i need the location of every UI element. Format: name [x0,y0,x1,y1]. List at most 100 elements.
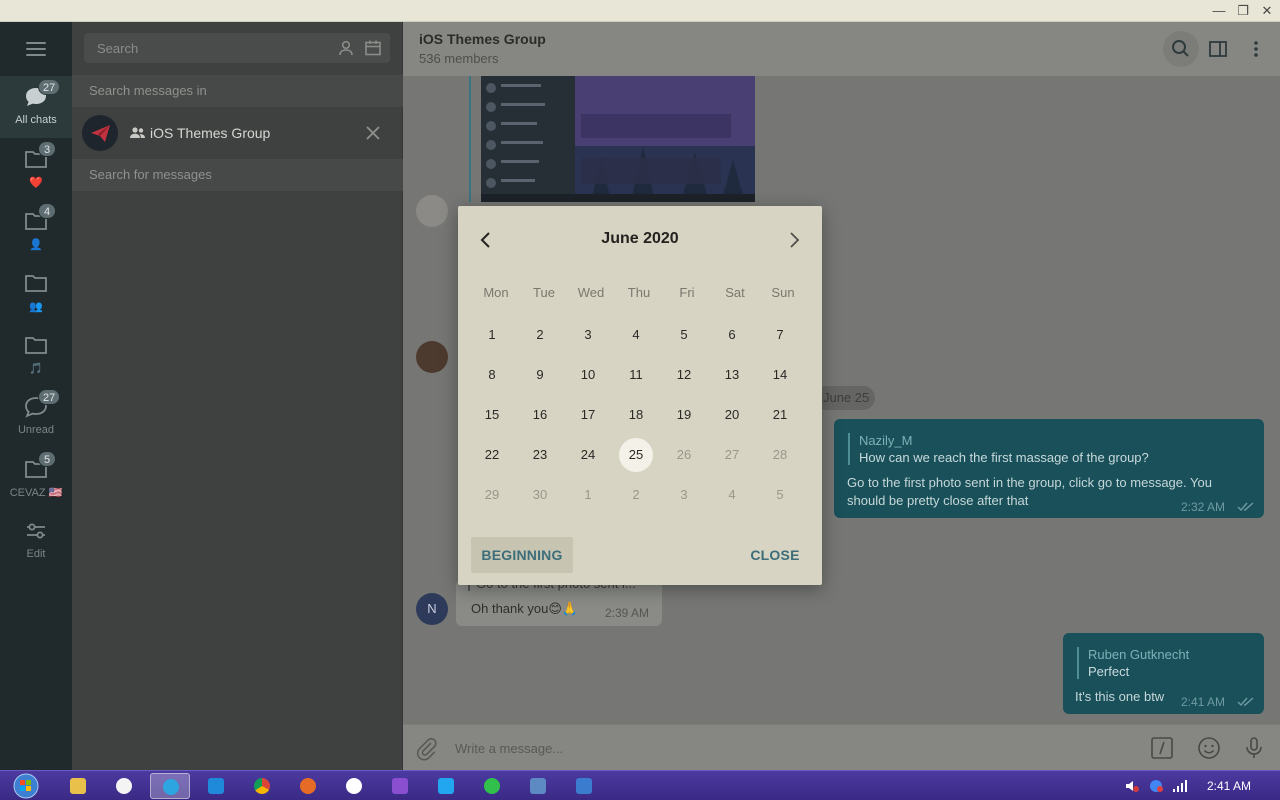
file-explorer-icon[interactable] [58,773,98,799]
whatsapp-icon[interactable] [472,773,512,799]
avatar[interactable]: N [416,593,448,625]
calendar-day[interactable]: 5 [667,318,701,352]
beginning-button[interactable]: BEGINNING [471,537,573,573]
menu-icon[interactable] [26,42,46,56]
close-button[interactable]: CLOSE [738,537,812,573]
message-input[interactable] [455,725,1135,770]
calendar-day[interactable]: 2 [523,318,557,352]
bot-commands-icon[interactable] [1149,735,1175,761]
date-pill[interactable]: June 25 [815,386,875,410]
search-scope-chip[interactable]: iOS Themes Group [72,108,403,158]
calendar-day[interactable]: 10 [571,358,605,392]
reply-quote[interactable]: Ruben Gutknecht Perfect [1077,647,1189,679]
screenshot-image [481,76,755,202]
calendar-day[interactable]: 6 [715,318,749,352]
folder-unread[interactable]: 27 Unread [0,386,72,448]
calendar-day[interactable]: 14 [763,358,797,392]
calendar-day[interactable]: 21 [763,398,797,432]
telegram-icon[interactable] [150,773,190,799]
incoming-message[interactable]: Go to the first photo sent i... Oh thank… [456,576,662,626]
message-photo[interactable] [481,76,755,202]
calendar-day[interactable]: 22 [475,438,509,472]
notification-icon[interactable] [1148,778,1164,794]
calendar-day[interactable]: 28 [763,438,797,472]
calendar-day[interactable]: 8 [475,358,509,392]
sidebar-toggle-icon[interactable] [1204,35,1232,63]
calendar-day[interactable]: 2 [619,478,653,512]
chrome-icon[interactable] [242,773,282,799]
postgres-icon[interactable] [518,773,558,799]
volume-icon[interactable] [1124,778,1140,794]
photo-message[interactable] [469,76,757,202]
search-input[interactable] [84,33,314,63]
emoji-icon[interactable] [1196,735,1222,761]
close-window-button[interactable]: ✕ [1256,2,1278,20]
minimize-button[interactable]: — [1208,2,1230,20]
restore-button[interactable]: ❐ [1232,2,1254,20]
folder-person[interactable]: 4 👤 [0,200,72,262]
calendar-day[interactable]: 13 [715,358,749,392]
reply-author: Ruben Gutknecht [1088,647,1190,662]
calendar-day[interactable]: 27 [715,438,749,472]
firefox-icon[interactable] [288,773,328,799]
start-button[interactable] [8,772,44,800]
folder-cevaz[interactable]: 5 CEVAZ 🇺🇸 [0,448,72,510]
calendar-icon[interactable] [364,39,382,57]
calendar-day[interactable]: 1 [571,478,605,512]
microphone-icon[interactable] [1241,735,1267,761]
visual-studio-icon[interactable] [380,773,420,799]
taskbar-clock[interactable]: 2:41 AM [1207,779,1251,793]
calendar-app-icon[interactable] [564,773,604,799]
itunes-icon[interactable] [104,773,144,799]
calendar-day[interactable]: 29 [475,478,509,512]
calendar-day[interactable]: 24 [571,438,605,472]
folder-music[interactable]: 🎵 [0,324,72,386]
calendar-day[interactable]: 17 [571,398,605,432]
calendar-day[interactable]: 19 [667,398,701,432]
calendar-day[interactable]: 1 [475,318,509,352]
taskbar: 2:41 AM [0,770,1280,800]
avatar[interactable] [416,341,448,373]
outgoing-message[interactable]: Ruben Gutknecht Perfect It's this one bt… [1063,633,1264,714]
calendar-day[interactable]: 3 [571,318,605,352]
close-icon[interactable] [364,124,382,142]
edge-icon[interactable] [196,773,236,799]
calendar-day[interactable]: 3 [667,478,701,512]
calendar-day[interactable]: 30 [523,478,557,512]
calendar-day[interactable]: 26 [667,438,701,472]
folder-label: Unread [17,424,55,436]
next-month-icon[interactable] [782,228,806,252]
calendar-day[interactable]: 9 [523,358,557,392]
avatar[interactable] [416,195,448,227]
calendar-day[interactable]: 15 [475,398,509,432]
chat-title[interactable]: iOS Themes Group [419,31,546,47]
search-panel: Search messages in iOS Themes Group Sear… [72,22,403,770]
reply-quote[interactable]: Nazily_M How can we reach the first mass… [848,433,1149,465]
calendar-day[interactable]: 20 [715,398,749,432]
calendar-day[interactable]: 4 [715,478,749,512]
calendar-day[interactable]: 23 [523,438,557,472]
outgoing-message[interactable]: Nazily_M How can we reach the first mass… [834,419,1264,518]
folder-people[interactable]: 👥 [0,262,72,324]
calendar-day[interactable]: 4 [619,318,653,352]
attach-icon[interactable] [413,735,439,761]
calendar-day[interactable]: 7 [763,318,797,352]
app-icon[interactable] [334,773,374,799]
calendar-day[interactable]: 18 [619,398,653,432]
search-button[interactable] [1163,31,1199,67]
calendar-day[interactable]: 5 [763,478,797,512]
calendar-day[interactable]: 12 [667,358,701,392]
calendar-day[interactable]: 11 [619,358,653,392]
calendar-day[interactable]: 25 [619,438,653,472]
person-filter-icon[interactable] [337,39,355,57]
folder-label: CEVAZ 🇺🇸 [9,487,63,499]
folder-hearts[interactable]: 3 ❤️ [0,138,72,200]
calendar-day[interactable]: 16 [523,398,557,432]
folder-edit[interactable]: Edit [0,510,72,572]
more-options-icon[interactable] [1242,35,1270,63]
vscode-icon[interactable] [426,773,466,799]
search-messages-in-header: Search messages in [72,75,403,107]
folder-label: 👥 [29,301,43,313]
signal-icon[interactable] [1172,778,1188,794]
folder-all-chats[interactable]: 27 All chats [0,76,72,138]
